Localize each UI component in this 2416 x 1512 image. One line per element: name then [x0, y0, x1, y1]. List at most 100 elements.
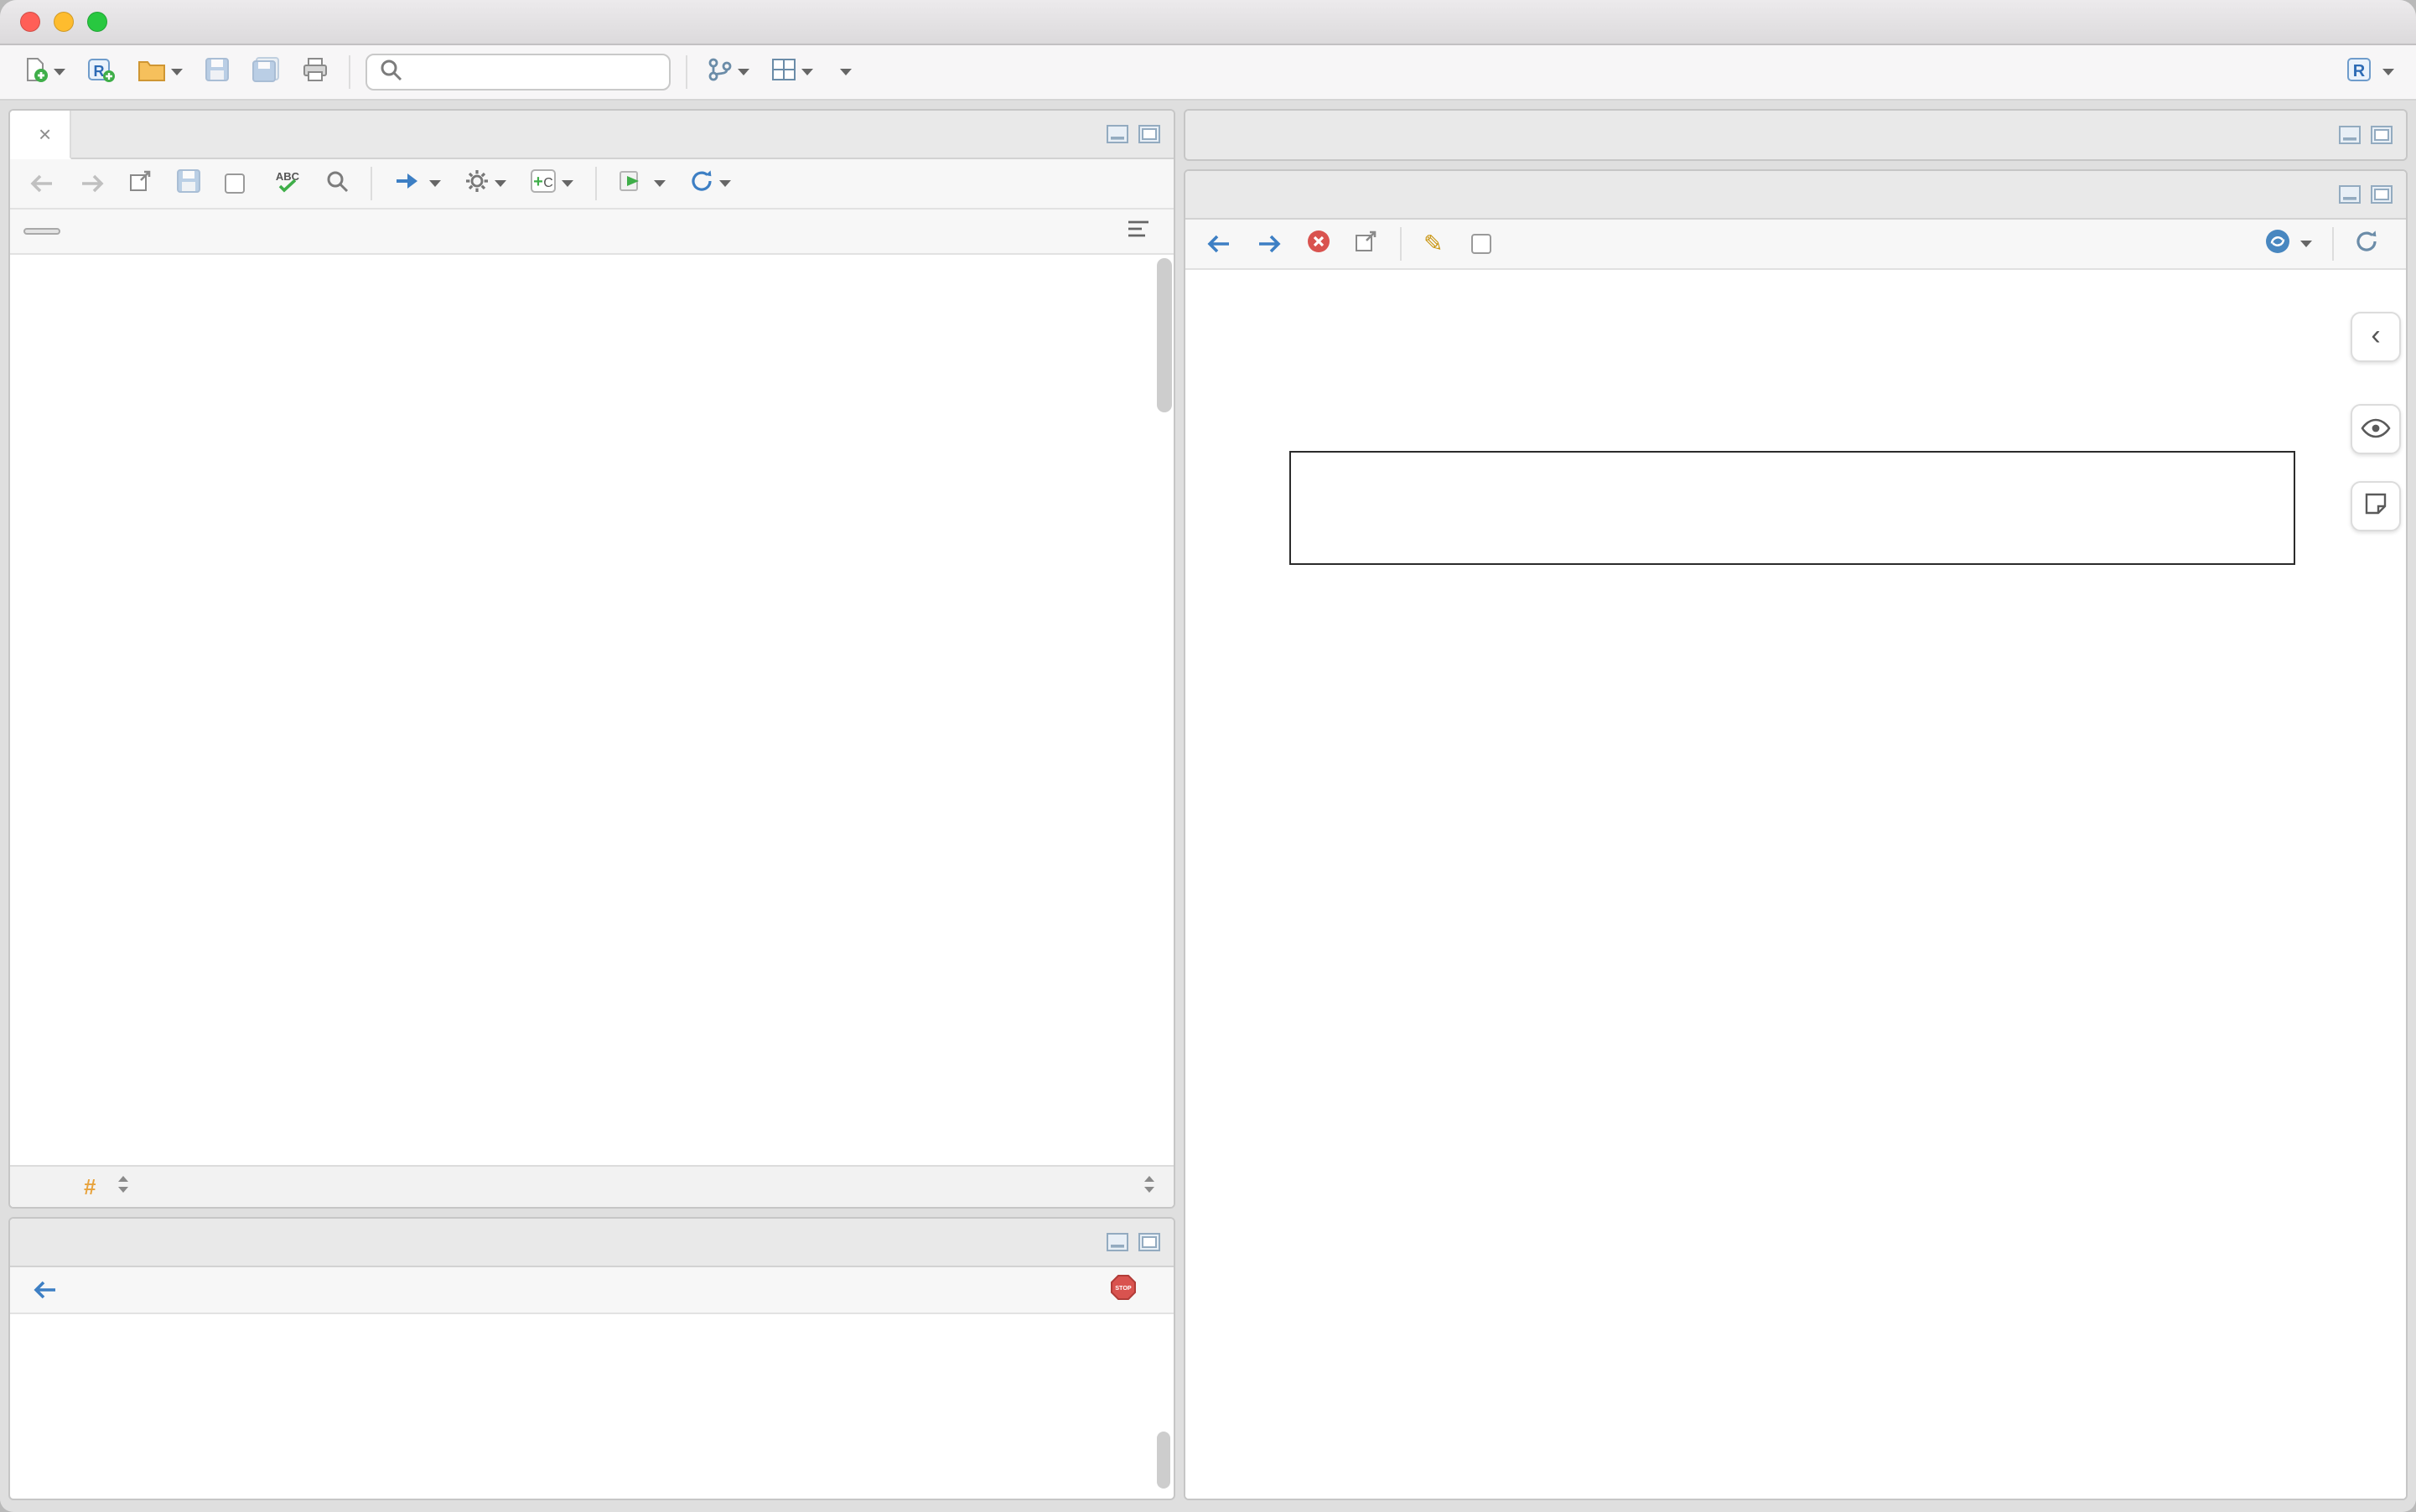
- popout-icon: [129, 170, 153, 198]
- workspace: × ABC + C # STOP ✎ ‹: [0, 101, 2416, 1509]
- doc-type-selector[interactable]: [1132, 1174, 1157, 1200]
- source-tabbar: ×: [10, 111, 1174, 159]
- code-editor[interactable]: [10, 255, 1174, 1165]
- minimize-pane-icon[interactable]: [1107, 1227, 1128, 1258]
- search-icon: [379, 58, 402, 87]
- chevron-down-icon: [171, 69, 183, 75]
- reader-view-button[interactable]: [2351, 404, 2401, 454]
- svg-text:R: R: [2353, 62, 2366, 80]
- new-project-button[interactable]: R: [82, 53, 121, 92]
- symbol-selector[interactable]: #: [84, 1174, 131, 1200]
- insert-chunk-button[interactable]: + C: [525, 165, 578, 203]
- viewer-pane: ✎ ‹: [1184, 169, 2408, 1500]
- viewer-content[interactable]: ‹: [1185, 270, 2406, 1499]
- environment-pane: [1184, 109, 2408, 161]
- viewer-back-button[interactable]: [1200, 230, 1237, 257]
- spellcheck-button[interactable]: ABC: [268, 165, 307, 203]
- back-button[interactable]: [23, 170, 60, 197]
- jobs-back-button[interactable]: [27, 1276, 64, 1303]
- find-replace-button[interactable]: [320, 166, 354, 202]
- eye-icon: [2361, 414, 2391, 445]
- chevron-down-icon: [840, 69, 852, 75]
- save-icon: [176, 168, 201, 199]
- maximize-pane-icon[interactable]: [2371, 179, 2393, 210]
- save-button[interactable]: [200, 54, 235, 91]
- collapse-panel-button[interactable]: ‹: [2351, 312, 2401, 362]
- new-file-icon: [22, 56, 49, 89]
- outline-button[interactable]: [1122, 215, 1160, 248]
- save-all-button[interactable]: [246, 54, 285, 91]
- settings-button[interactable]: [459, 165, 511, 203]
- tab-index-qmd[interactable]: ×: [10, 111, 72, 159]
- svg-text:C: C: [543, 176, 553, 190]
- close-icon[interactable]: ×: [39, 123, 51, 145]
- maximize-pane-icon[interactable]: [2371, 120, 2393, 151]
- environment-tabbar: [1185, 111, 2406, 159]
- maximize-pane-icon[interactable]: [1138, 119, 1160, 150]
- render-on-save-checkbox[interactable]: [220, 170, 255, 197]
- viewer-toolbar: ✎: [1185, 220, 2406, 270]
- timeline-plot: [1289, 451, 2295, 565]
- sync-editor-checkbox[interactable]: [1466, 230, 1501, 257]
- render-icon: [394, 170, 419, 198]
- chevron-down-icon: [54, 69, 65, 75]
- divider: [595, 167, 597, 200]
- spellcheck-icon: ABC: [273, 168, 302, 199]
- open-file-button[interactable]: [132, 54, 188, 91]
- search-icon: [325, 169, 349, 199]
- divider: [349, 55, 350, 89]
- scrollbar-thumb[interactable]: [1157, 258, 1172, 412]
- hash-icon: #: [84, 1173, 96, 1199]
- stop-icon[interactable]: STOP: [1110, 1274, 1137, 1307]
- divider: [371, 167, 372, 200]
- render-button[interactable]: [389, 167, 446, 201]
- svg-text:+: +: [533, 173, 543, 191]
- open-folder-icon: [137, 58, 166, 87]
- divider: [2332, 227, 2334, 261]
- new-file-button[interactable]: [17, 53, 70, 92]
- notes-button[interactable]: [2351, 481, 2401, 531]
- panes-layout-icon: [771, 58, 796, 87]
- updown-icon: [116, 1174, 131, 1200]
- source-mode-button[interactable]: [23, 228, 60, 235]
- console-pane: STOP: [8, 1217, 1175, 1500]
- editor-scrollbar[interactable]: [1157, 258, 1172, 1141]
- goto-file-search[interactable]: [366, 54, 671, 91]
- publish-button[interactable]: [2260, 225, 2317, 263]
- addins-button[interactable]: [830, 65, 857, 79]
- refresh-button[interactable]: [2349, 225, 2384, 263]
- chevron-down-icon: [801, 69, 813, 75]
- viewer-stop-button[interactable]: [1301, 225, 1336, 263]
- goto-file-input[interactable]: [411, 59, 657, 85]
- save-icon: [205, 57, 230, 88]
- close-window-button[interactable]: [20, 12, 40, 32]
- workspace-panes-button[interactable]: [766, 54, 818, 91]
- visual-mode-button[interactable]: [60, 228, 94, 235]
- minimize-pane-icon[interactable]: [1107, 119, 1128, 150]
- rstudio-window: R R × ABC + C # STOP ✎ ‹: [0, 0, 2416, 1512]
- minimize-pane-icon[interactable]: [2339, 120, 2361, 151]
- popout-button[interactable]: [124, 167, 158, 201]
- job-output[interactable]: [10, 1314, 1174, 1499]
- console-scrollbar-thumb[interactable]: [1157, 1432, 1170, 1489]
- save-document-button[interactable]: [171, 165, 206, 203]
- zoom-window-button[interactable]: [87, 12, 107, 32]
- minimize-pane-icon[interactable]: [2339, 179, 2361, 210]
- new-project-icon: R: [87, 56, 116, 89]
- project-menu-button[interactable]: R: [2341, 53, 2399, 92]
- minimize-window-button[interactable]: [54, 12, 74, 32]
- maximize-pane-icon[interactable]: [1138, 1227, 1160, 1258]
- rerun-button[interactable]: [684, 165, 736, 203]
- version-control-button[interactable]: [703, 54, 754, 91]
- refresh-icon: [2354, 229, 2379, 260]
- stop-circle-icon: [1306, 229, 1331, 260]
- run-button[interactable]: [614, 166, 671, 202]
- edit-button[interactable]: ✎: [1418, 229, 1453, 259]
- forward-button[interactable]: [74, 170, 111, 197]
- print-button[interactable]: [297, 54, 334, 91]
- jobs-toolbar: STOP: [10, 1267, 1174, 1314]
- viewer-popout-button[interactable]: [1350, 227, 1383, 261]
- checkbox-icon: [225, 173, 245, 194]
- timeline-axis: [1289, 565, 2295, 642]
- viewer-forward-button[interactable]: [1251, 230, 1288, 257]
